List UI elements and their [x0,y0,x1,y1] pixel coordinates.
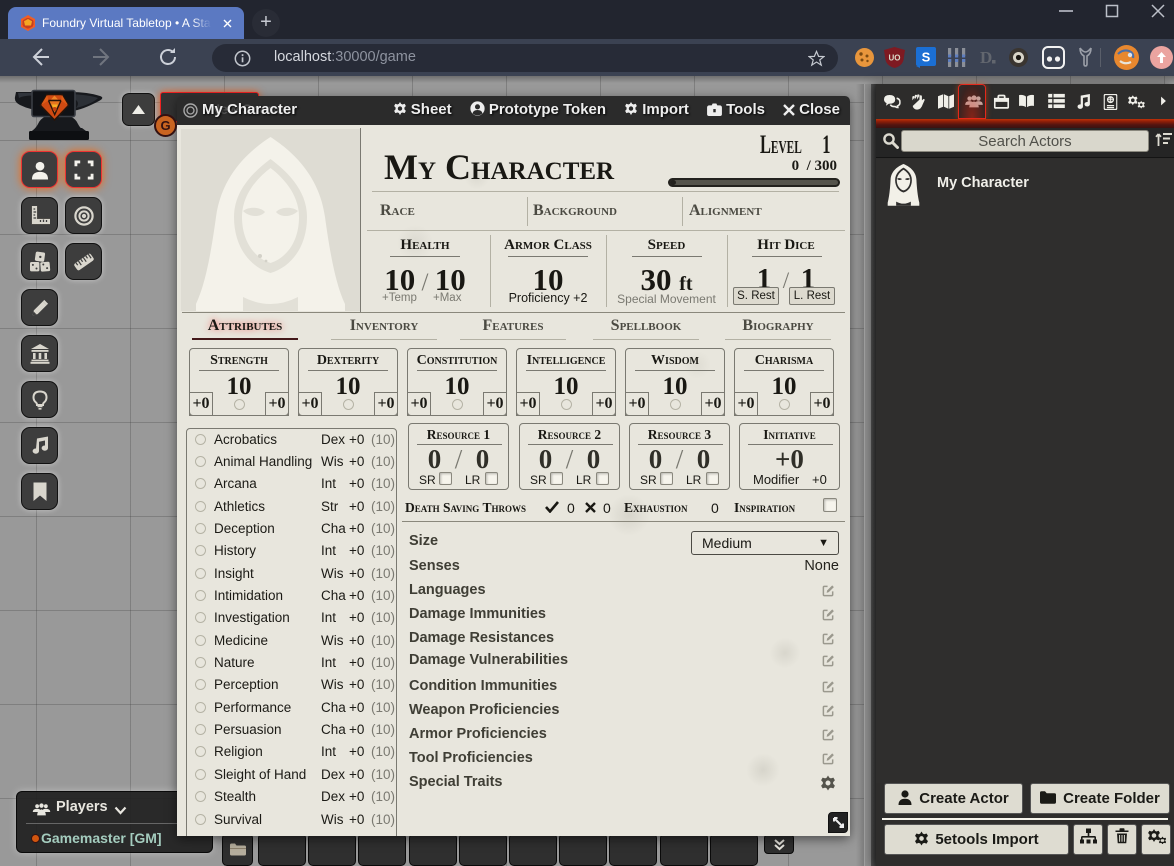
svg-text:UO: UO [889,54,901,63]
svg-text:D: D [980,48,992,67]
svg-text:S: S [922,50,931,65]
